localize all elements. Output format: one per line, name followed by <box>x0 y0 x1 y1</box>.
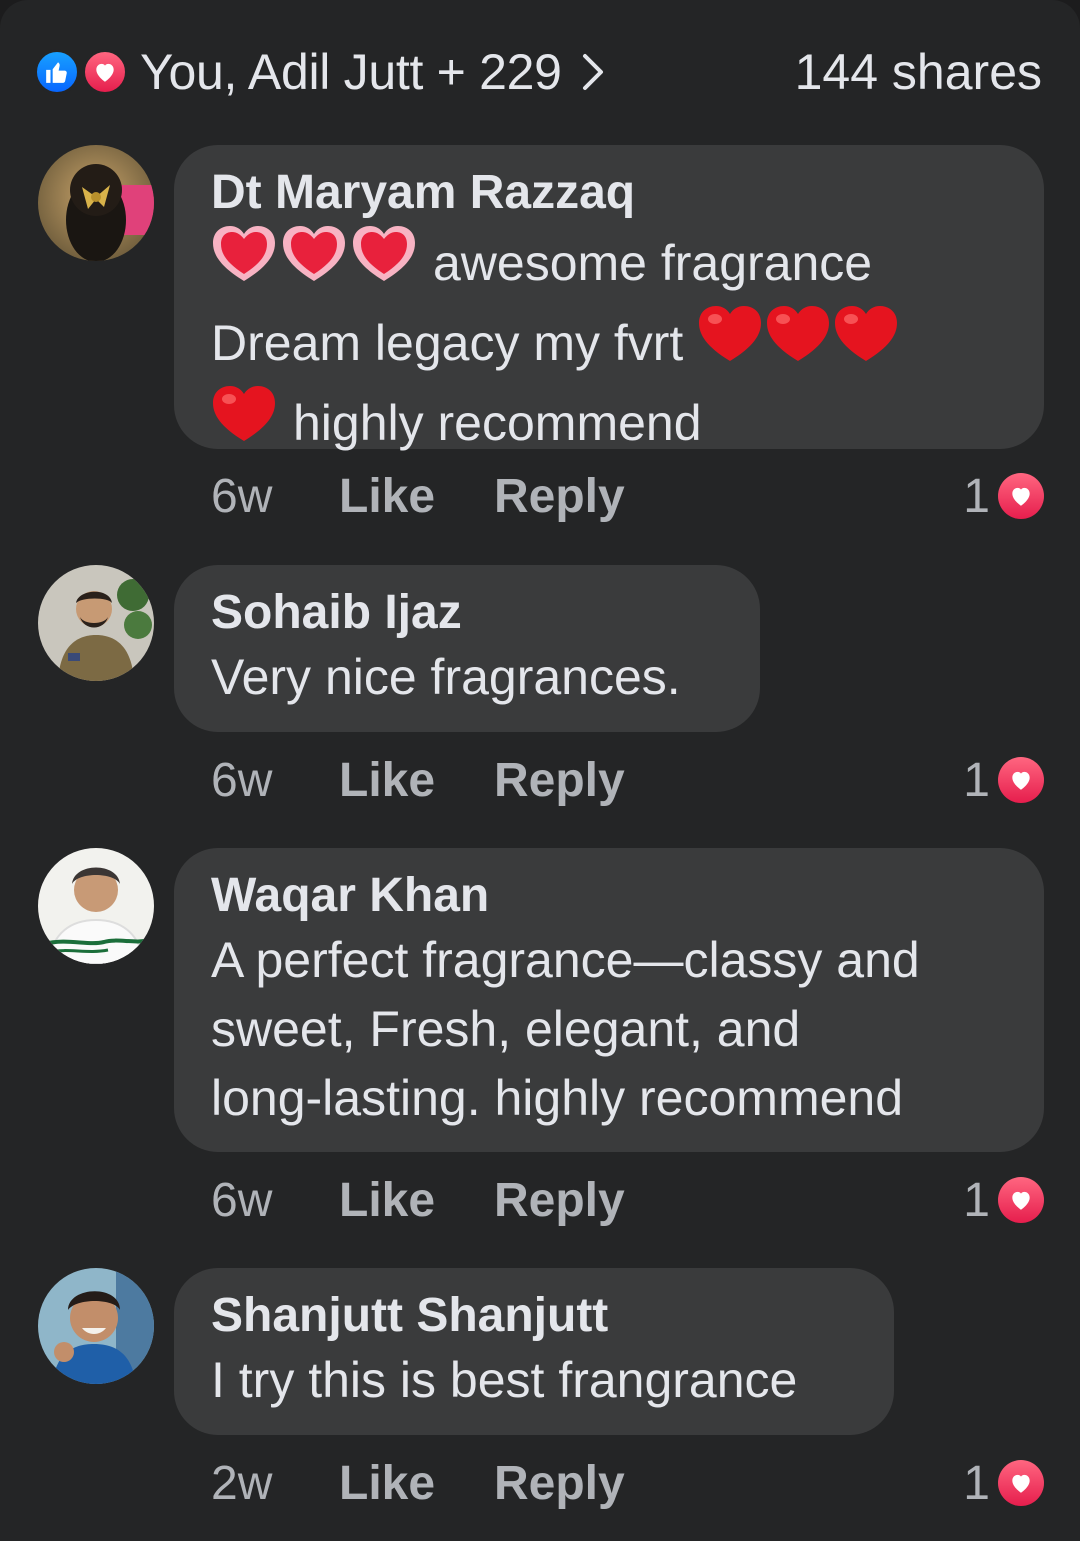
avatar[interactable] <box>38 1268 154 1384</box>
reply-button[interactable]: Reply <box>494 469 625 524</box>
like-button[interactable]: Like <box>339 753 494 808</box>
reactors-link[interactable]: You, Adil Jutt + 229 <box>34 43 606 101</box>
comment-text-line: Dream legacy my fvrt <box>211 303 1008 383</box>
reply-button[interactable]: Reply <box>494 1173 625 1228</box>
comment-text-line: long-lasting. highly recommend <box>211 1064 1008 1133</box>
reaction-count[interactable]: 1 <box>963 1456 1044 1511</box>
comment-timestamp[interactable]: 6w <box>211 469 339 524</box>
comment-bubble: Shanjutt Shanjutt I try this is best fra… <box>174 1268 894 1435</box>
sparkling-heart-icon <box>211 223 417 303</box>
comment-text: sweet, Fresh, elegant, and <box>211 1001 801 1057</box>
reaction-count-number: 1 <box>963 1456 990 1510</box>
avatar[interactable] <box>38 565 154 681</box>
like-button[interactable]: Like <box>339 1456 494 1511</box>
comment-actions: 6w Like Reply 1 <box>211 750 1044 810</box>
comment-text: Dream legacy my fvrt <box>211 314 684 371</box>
red-heart-icon <box>211 383 279 463</box>
comment-bubble: Waqar Khan A perfect fragrance—classy an… <box>174 848 1044 1152</box>
comment-timestamp[interactable]: 6w <box>211 1173 339 1228</box>
comment-text-line: I try this is best frangrance <box>211 1346 858 1415</box>
reaction-count[interactable]: 1 <box>963 1173 1044 1228</box>
reaction-count[interactable]: 1 <box>963 753 1044 808</box>
comment-text-line: highly recommend <box>211 383 1008 463</box>
comment-text: awesome fragrance <box>433 234 873 291</box>
reaction-icons <box>34 47 130 97</box>
avatar[interactable] <box>38 145 154 261</box>
comment-actions: 6w Like Reply 1 <box>211 1170 1044 1230</box>
love-reaction-icon <box>998 757 1044 803</box>
comment-actions: 2w Like Reply 1 <box>211 1453 1044 1513</box>
chevron-right-icon <box>580 52 606 92</box>
like-button[interactable]: Like <box>339 469 494 524</box>
love-reaction-icon <box>998 1460 1044 1506</box>
comment-text-line: Very nice fragrances. <box>211 643 724 712</box>
comment-text: Very nice fragrances. <box>211 649 681 705</box>
love-reaction-icon <box>82 49 128 95</box>
comment-author[interactable]: Waqar Khan <box>211 866 1008 926</box>
comment-text: I try this is best frangrance <box>211 1352 798 1408</box>
comment-text: long-lasting. highly recommend <box>211 1070 904 1126</box>
reaction-count-number: 1 <box>963 469 990 523</box>
comment-text: A perfect fragrance—classy and <box>211 932 920 988</box>
comment-timestamp[interactable]: 6w <box>211 753 339 808</box>
comments-panel: You, Adil Jutt + 229 144 shares Dt Marya… <box>0 0 1080 1541</box>
reactors-summary-text: You, Adil Jutt + 229 <box>140 44 562 100</box>
reactions-summary-bar: You, Adil Jutt + 229 144 shares <box>34 40 1042 104</box>
reply-button[interactable]: Reply <box>494 753 625 808</box>
comment-text-line: A perfect fragrance—classy and <box>211 926 1008 995</box>
avatar[interactable] <box>38 848 154 964</box>
comment-text-line: sweet, Fresh, elegant, and <box>211 995 1008 1064</box>
like-button[interactable]: Like <box>339 1173 494 1228</box>
love-reaction-icon <box>998 473 1044 519</box>
comment-author[interactable]: Dt Maryam Razzaq <box>211 163 1008 223</box>
comment-actions: 6w Like Reply 1 <box>211 466 1044 526</box>
comment-bubble: Sohaib Ijaz Very nice fragrances. <box>174 565 760 732</box>
comment-bubble: Dt Maryam Razzaq awesome fragrance Dream <box>174 145 1044 451</box>
shares-count[interactable]: 144 shares <box>795 43 1042 101</box>
comment-text: highly recommend <box>293 394 702 451</box>
comment-author[interactable]: Shanjutt Shanjutt <box>211 1286 858 1346</box>
red-heart-icon <box>697 303 901 383</box>
love-reaction-icon <box>998 1177 1044 1223</box>
comment-author[interactable]: Sohaib Ijaz <box>211 583 724 643</box>
comment-timestamp[interactable]: 2w <box>211 1456 339 1511</box>
reply-button[interactable]: Reply <box>494 1456 625 1511</box>
reaction-count[interactable]: 1 <box>963 469 1044 524</box>
comment-text-line: awesome fragrance <box>211 223 1008 303</box>
reaction-count-number: 1 <box>963 1173 990 1227</box>
reaction-count-number: 1 <box>963 753 990 807</box>
like-reaction-icon <box>34 49 80 95</box>
